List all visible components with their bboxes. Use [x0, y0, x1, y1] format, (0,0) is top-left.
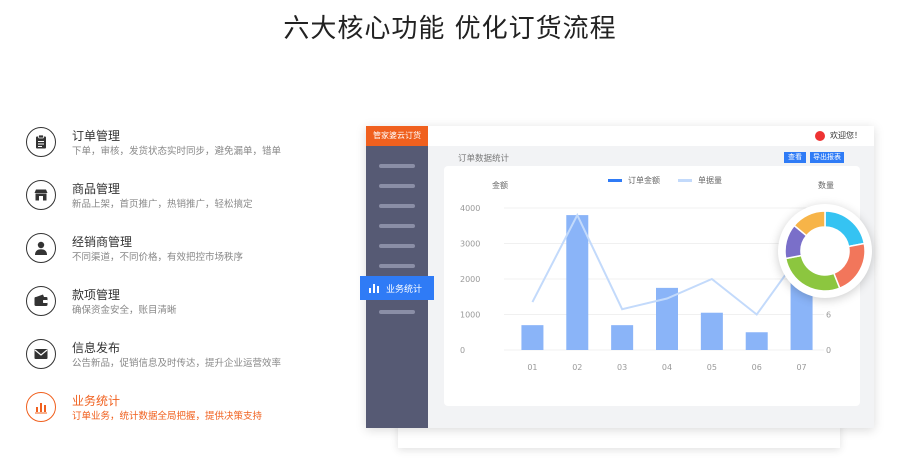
- sidebar-placeholder[interactable]: [379, 184, 415, 188]
- legend-swatch: [608, 179, 622, 182]
- x-tick-label: 06: [752, 363, 762, 372]
- avatar[interactable]: [815, 130, 825, 141]
- y2-tick-label: 0: [826, 346, 831, 355]
- page-title: 六大核心功能 优化订货流程: [283, 14, 617, 44]
- feature-title: 信息发布: [72, 341, 121, 355]
- donut-slice: [824, 210, 866, 248]
- clipboard-icon: [26, 127, 56, 157]
- y-tick-label: 3000: [460, 240, 480, 249]
- x-tick-label: 04: [662, 363, 672, 372]
- donut-chart-card: [778, 204, 872, 298]
- mockup-brand: 管家婆云订货: [366, 126, 428, 146]
- legend-label: 单据量: [698, 175, 722, 185]
- feature-order[interactable]: 订单管理 下单，审核，发货状态实时同步，避免漏单，错单: [26, 124, 326, 177]
- mockup-topbar: 欢迎您！: [428, 126, 874, 146]
- user-icon: [26, 233, 56, 263]
- feature-product[interactable]: 商品管理 新品上架，首页推广，热销推广，轻松搞定: [26, 177, 326, 230]
- wallet-icon: [26, 286, 56, 316]
- sidebar-item-label: 业务统计: [386, 284, 423, 295]
- feature-title: 业务统计: [72, 394, 121, 408]
- feature-title: 款项管理: [72, 288, 121, 302]
- view-button[interactable]: 查看: [784, 152, 806, 163]
- bar: [521, 325, 544, 350]
- y-tick-label: 2000: [460, 275, 480, 284]
- bar: [656, 287, 678, 350]
- y2-axis-label: 数量: [818, 180, 834, 190]
- sidebar-placeholder[interactable]: [379, 224, 415, 228]
- bar: [700, 312, 723, 350]
- feature-title: 订单管理: [72, 129, 121, 143]
- x-tick-label: 05: [707, 363, 717, 372]
- feature-dealer[interactable]: 经销商管理 不同渠道，不同价格，有效把控市场秩序: [26, 230, 326, 283]
- y-tick-label: 0: [460, 346, 465, 355]
- x-tick-label: 03: [617, 363, 627, 372]
- feature-title: 经销商管理: [72, 235, 133, 249]
- feature-list: 订单管理 下单，审核，发货状态实时同步，避免漏单，错单 商品管理 新品上架，首页…: [26, 124, 326, 442]
- bar-chart-icon: [369, 284, 379, 293]
- bar: [566, 215, 589, 350]
- sidebar-placeholder[interactable]: [379, 264, 415, 268]
- feature-desc: 不同渠道，不同价格，有效把控市场秩序: [72, 252, 244, 263]
- feature-payment[interactable]: 款项管理 确保资金安全，账目清晰: [26, 283, 326, 336]
- y-axis-label: 金额: [492, 180, 508, 190]
- bar-chart-icon: [26, 392, 56, 422]
- x-tick-label: 07: [796, 363, 806, 372]
- feature-desc: 确保资金安全，账目清晰: [72, 305, 177, 316]
- sidebar-placeholder[interactable]: [379, 310, 415, 314]
- chart-section-title: 订单数据统计: [458, 154, 510, 164]
- bar: [745, 332, 768, 350]
- feature-stats[interactable]: 业务统计 订单业务，统计数据全局把握，提供决策支持: [26, 389, 326, 442]
- bar: [611, 325, 634, 350]
- feature-info[interactable]: 信息发布 公告新品，促销信息及时传达，提升企业运营效率: [26, 336, 326, 389]
- legend-label: 订单金额: [628, 175, 660, 185]
- donut-slice: [832, 242, 866, 290]
- x-tick-label: 01: [527, 363, 537, 372]
- y2-tick-label: 6: [826, 311, 831, 320]
- feature-desc: 新品上架，首页推广，热销推广，轻松搞定: [72, 199, 253, 210]
- sidebar-placeholder[interactable]: [379, 164, 415, 168]
- sidebar-item-stats[interactable]: 业务统计: [360, 276, 434, 300]
- donut-chart: [784, 210, 866, 292]
- feature-desc: 订单业务，统计数据全局把握，提供决策支持: [72, 411, 263, 422]
- feature-desc: 下单，审核，发货状态实时同步，避免漏单，错单: [72, 146, 282, 157]
- store-icon: [26, 180, 56, 210]
- y-tick-label: 1000: [460, 311, 480, 320]
- feature-desc: 公告新品，促销信息及时传达，提升企业运营效率: [72, 358, 282, 369]
- sidebar-placeholder[interactable]: [379, 204, 415, 208]
- export-button[interactable]: 导出报表: [810, 152, 844, 163]
- legend-swatch: [678, 179, 692, 182]
- feature-title: 商品管理: [72, 182, 121, 196]
- y-tick-label: 4000: [460, 204, 480, 213]
- welcome-text: 欢迎您！: [815, 130, 862, 141]
- welcome-label: 欢迎您！: [830, 131, 862, 140]
- sidebar-placeholder[interactable]: [379, 244, 415, 248]
- x-tick-label: 02: [572, 363, 582, 372]
- message-icon: [26, 339, 56, 369]
- donut-slice: [784, 254, 841, 292]
